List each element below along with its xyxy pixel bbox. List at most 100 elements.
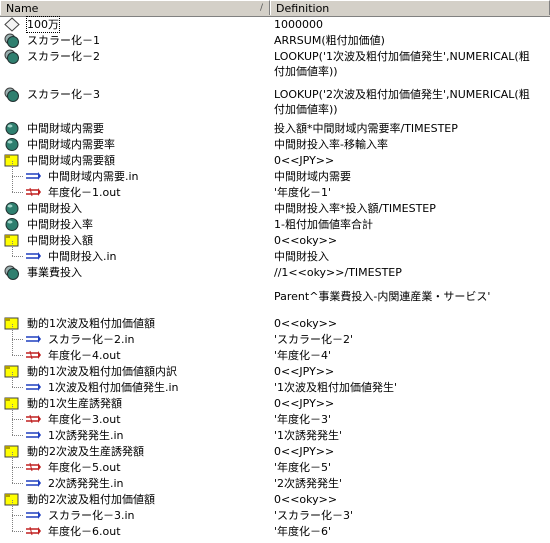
name-column-header[interactable]: Name / [0,0,270,15]
tree-vertical-line [12,241,13,256]
item-name: スカラー化－3.in [48,509,135,522]
list-item-child[interactable]: 中間財域内需要.in 中間財域内需要 [0,161,550,184]
item-name: 動的1次波及粗付加価値額 [27,317,155,330]
item-name: 事業費投入 [27,266,82,279]
list-item[interactable]: 動的1次波及粗付加価値額内訳 0<<JPY>> [0,364,550,379]
item-name: 年度化－3.out [48,413,121,426]
item-name: スカラー化－1 [27,34,100,47]
list-item-child[interactable]: 年度化－4.out '年度化－4' [0,340,550,363]
item-name: 中間財域内需要率 [27,138,115,151]
list-item[interactable]: 事業費投入 //1<<oky>>/TIMESTEP [0,265,550,280]
item-definition: 0<<JPY>> [274,397,335,410]
converter-multi-icon [3,87,21,102]
tree-branch-line [12,531,23,532]
tree-branch-line [12,419,23,420]
list-item[interactable]: 100万 1000000 [0,16,550,33]
list-item-child[interactable]: 年度化－6.out '年度化－6' [0,516,550,539]
tree-branch-line [12,339,23,340]
list-item[interactable]: 動的1次波及粗付加価値額 0<<oky>> [0,316,550,331]
item-name: 100万 [26,16,60,33]
inflow-arrow-icon [24,380,42,395]
list-item[interactable]: 中間財域内需要 投入額*中間財域内需要率/TIMESTEP [0,121,550,136]
list-item-child[interactable]: 年度化－3.out '年度化－3' [0,404,550,427]
item-name: 1次誘発発生.in [48,429,124,442]
tree-vertical-line [12,161,13,176]
tree-vertical-line [12,404,13,419]
outflow-arrow-icon [24,524,42,539]
item-definition: 0<<oky>> [274,493,338,506]
list-item [0,80,550,86]
item-name: 動的1次生産誘発額 [27,397,122,410]
item-name: 中間財投入.in [48,250,117,263]
list-item[interactable]: スカラー化－3 LOOKUP('2次波及粗付加価値発生',NUMERICAL(粗付… [0,87,550,117]
item-definition: '年度化－5' [274,461,332,474]
list-item[interactable]: 中間財域内需要額 0<<JPY>> [0,153,550,168]
definition-column-header[interactable]: Definition [270,0,550,15]
list-item[interactable]: Parent^事業費投入-内関連産業・サービス' [0,289,550,304]
tree-vertical-line [12,420,13,435]
item-definition: //1<<oky>>/TIMESTEP [274,266,402,279]
tree-branch-line [12,387,23,388]
item-name: スカラー化－2.in [48,333,135,346]
item-name: 1次波及粗付加価値発生.in [48,381,179,394]
list-item[interactable]: 動的1次生産誘発額 0<<JPY>> [0,396,550,411]
list-item-child[interactable]: スカラー化－3.in 'スカラー化－3' [0,500,550,523]
constant-diamond-icon [3,17,21,32]
tree-vertical-line [12,372,13,387]
converter-icon [3,217,21,232]
item-definition: 付加価値率)) [274,103,338,116]
item-name: 動的2次波及粗付加価値額 [27,493,155,506]
list-item-child[interactable]: 中間財投入.in 中間財投入 [0,241,550,264]
item-name: 中間財投入率 [27,218,93,231]
list-item[interactable]: 中間財投入 中間財投入率*投入額/TIMESTEP [0,201,550,216]
item-definition: 1000000 [274,18,323,31]
list-item[interactable]: 動的2次波及生産誘発額 0<<JPY>> [0,444,550,459]
inflow-arrow-icon [24,508,42,523]
item-definition: 0<<JPY>> [274,445,335,458]
item-definition: '1次波及粗付加価値発生' [274,381,398,394]
list-item[interactable]: 中間財投入率 1-粗付加価値率合計 [0,217,550,232]
list-item[interactable]: 動的2次波及粗付加価値額 0<<oky>> [0,492,550,507]
item-definition: Parent^事業費投入-内関連産業・サービス' [274,290,491,303]
tree-branch-line [12,483,23,484]
list-item[interactable]: スカラー化－1 ARRSUM(粗付加価値) [0,33,550,48]
converter-multi-icon [3,33,21,48]
list-item[interactable]: 中間財投入額 0<<oky>> [0,233,550,248]
item-name: 2次誘発発生.in [48,477,124,490]
outflow-arrow-icon [24,412,42,427]
list-item-child[interactable]: 1次波及粗付加価値発生.in '1次波及粗付加価値発生' [0,372,550,395]
outflow-arrow-icon [24,460,42,475]
item-definition: 0<<oky>> [274,317,338,330]
tree-vertical-line [12,177,13,192]
list-item [0,281,550,288]
tree-vertical-line [12,452,13,467]
inflow-arrow-icon [24,476,42,491]
list-item-child[interactable]: 1次誘発発生.in '1次誘発発生' [0,420,550,443]
item-definition: 中間財投入率-移輸入率 [274,138,388,151]
list-item[interactable]: 中間財域内需要率 中間財投入率-移輸入率 [0,137,550,152]
list-item-child[interactable]: 年度化－5.out '年度化－5' [0,452,550,475]
converter-icon [3,121,21,136]
item-name: 中間財域内需要.in [48,170,139,183]
item-definition: 1-粗付加価値率合計 [274,218,373,231]
tree-branch-line [12,176,23,177]
list-item-child[interactable]: 2次誘発発生.in '2次誘発発生' [0,468,550,491]
item-name: 動的1次波及粗付加価値額内訳 [27,365,177,378]
list-item-child[interactable]: スカラー化－2.in 'スカラー化－2' [0,324,550,347]
list-item[interactable]: スカラー化－2 LOOKUP('1次波及粗付加価値発生',NUMERICAL(粗付… [0,49,550,79]
item-name: スカラー化－2 [27,50,100,63]
tree-vertical-line [12,500,13,515]
list-item [0,118,550,120]
tree-branch-line [12,467,23,468]
inflow-arrow-icon [24,428,42,443]
tree-branch-line [12,435,23,436]
item-definition: LOOKUP('2次波及粗付加価値発生',NUMERICAL(粗 [274,88,530,101]
inflow-arrow-icon [24,249,42,264]
definition-header-label: Definition [276,2,330,15]
item-definition: ARRSUM(粗付加価値) [274,34,385,47]
item-name: 年度化－5.out [48,461,121,474]
item-definition: '2次誘発発生' [274,477,343,490]
converter-icon [3,137,21,152]
item-definition: 中間財域内需要 [274,170,351,183]
list-item-child[interactable]: 年度化－1.out '年度化－1' [0,177,550,200]
